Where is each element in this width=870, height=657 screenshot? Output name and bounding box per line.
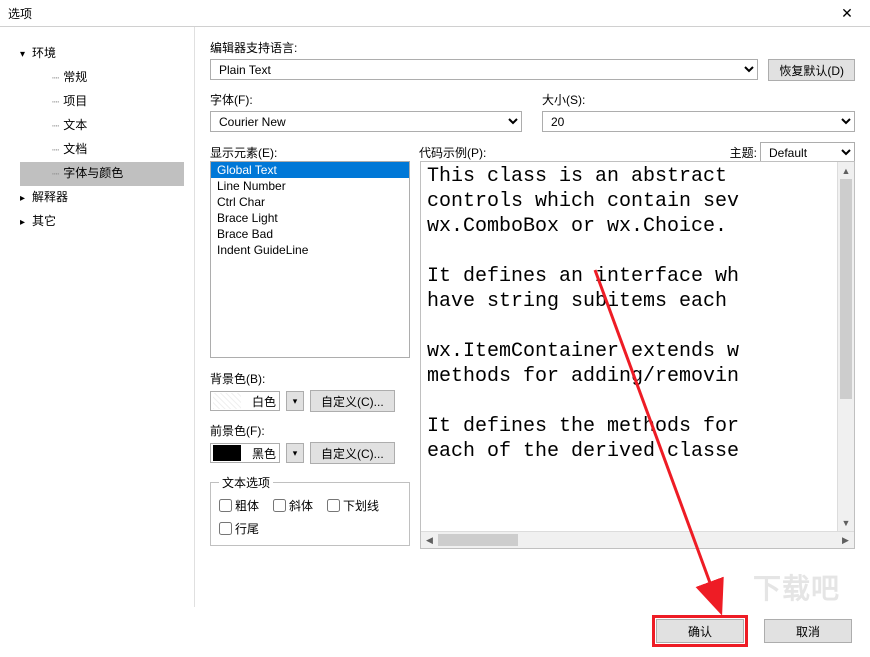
- code-sample: This class is an abstract controls which…: [420, 161, 855, 549]
- label-font: 字体(F):: [210, 91, 522, 108]
- cancel-button[interactable]: 取消: [764, 619, 852, 643]
- italic-checkbox[interactable]: 斜体: [273, 497, 313, 514]
- scrollbar-horizontal[interactable]: ◀ ▶: [421, 531, 854, 548]
- elements-listbox[interactable]: Global Text Line Number Ctrl Char Brace …: [210, 161, 410, 358]
- tree-item-env[interactable]: ▾环境: [20, 42, 184, 66]
- chevron-left-icon[interactable]: ◀: [421, 532, 438, 548]
- chevron-down-icon[interactable]: ▼: [838, 514, 854, 531]
- bg-swatch[interactable]: 白色: [210, 391, 280, 411]
- window-title: 选项: [8, 5, 832, 22]
- tree-item-project[interactable]: ┈项目: [20, 90, 184, 114]
- label-theme: 主题:: [730, 144, 757, 161]
- font-select[interactable]: Courier New: [210, 111, 522, 132]
- text-options-group: 文本选项 粗体 斜体 下划线 行尾: [210, 474, 410, 546]
- fg-custom-button[interactable]: 自定义(C)...: [310, 442, 395, 464]
- list-item[interactable]: Global Text: [211, 162, 409, 178]
- tree-item-interp[interactable]: ▸解释器: [20, 186, 184, 210]
- tree-item-doc[interactable]: ┈文档: [20, 138, 184, 162]
- size-select[interactable]: 20: [542, 111, 855, 132]
- chevron-right-icon[interactable]: ▶: [837, 532, 854, 548]
- restore-default-button[interactable]: 恢复默认(D): [768, 59, 855, 81]
- fg-swatch[interactable]: 黑色: [210, 443, 280, 463]
- ok-button[interactable]: 确认: [656, 619, 744, 643]
- label-sample: 代码示例(P):: [419, 144, 486, 161]
- chevron-down-icon[interactable]: ▾: [286, 443, 304, 463]
- chevron-down-icon[interactable]: ▾: [286, 391, 304, 411]
- tree-item-general[interactable]: ┈常规: [20, 66, 184, 90]
- editor-lang-select[interactable]: Plain Text: [210, 59, 758, 80]
- chevron-up-icon[interactable]: ▲: [838, 162, 854, 179]
- scrollbar-vertical[interactable]: ▲ ▼: [837, 162, 854, 531]
- list-item[interactable]: Brace Bad: [211, 226, 409, 242]
- underline-checkbox[interactable]: 下划线: [327, 497, 379, 514]
- sample-text: This class is an abstract controls which…: [421, 162, 854, 530]
- tree-item-other[interactable]: ▸其它: [20, 210, 184, 234]
- text-options-legend: 文本选项: [219, 474, 273, 491]
- list-item[interactable]: Ctrl Char: [211, 194, 409, 210]
- bg-custom-button[interactable]: 自定义(C)...: [310, 390, 395, 412]
- eol-checkbox[interactable]: 行尾: [219, 520, 259, 537]
- label-fg: 前景色(F):: [210, 422, 410, 439]
- bold-checkbox[interactable]: 粗体: [219, 497, 259, 514]
- label-elements: 显示元素(E):: [210, 144, 277, 161]
- list-item[interactable]: Indent GuideLine: [211, 242, 409, 258]
- nav-tree: ▾环境 ┈常规 ┈项目 ┈文本 ┈文档 ┈字体与颜色 ▸解释器 ▸其它: [0, 27, 195, 607]
- label-bg: 背景色(B):: [210, 370, 410, 387]
- label-size: 大小(S):: [542, 91, 855, 108]
- tree-item-fontcolor[interactable]: ┈字体与颜色: [20, 162, 184, 186]
- close-icon[interactable]: ✕: [832, 3, 862, 23]
- list-item[interactable]: Brace Light: [211, 210, 409, 226]
- label-editor-lang: 编辑器支持语言:: [210, 39, 855, 56]
- list-item[interactable]: Line Number: [211, 178, 409, 194]
- tree-item-text[interactable]: ┈文本: [20, 114, 184, 138]
- theme-select[interactable]: Default: [760, 142, 855, 163]
